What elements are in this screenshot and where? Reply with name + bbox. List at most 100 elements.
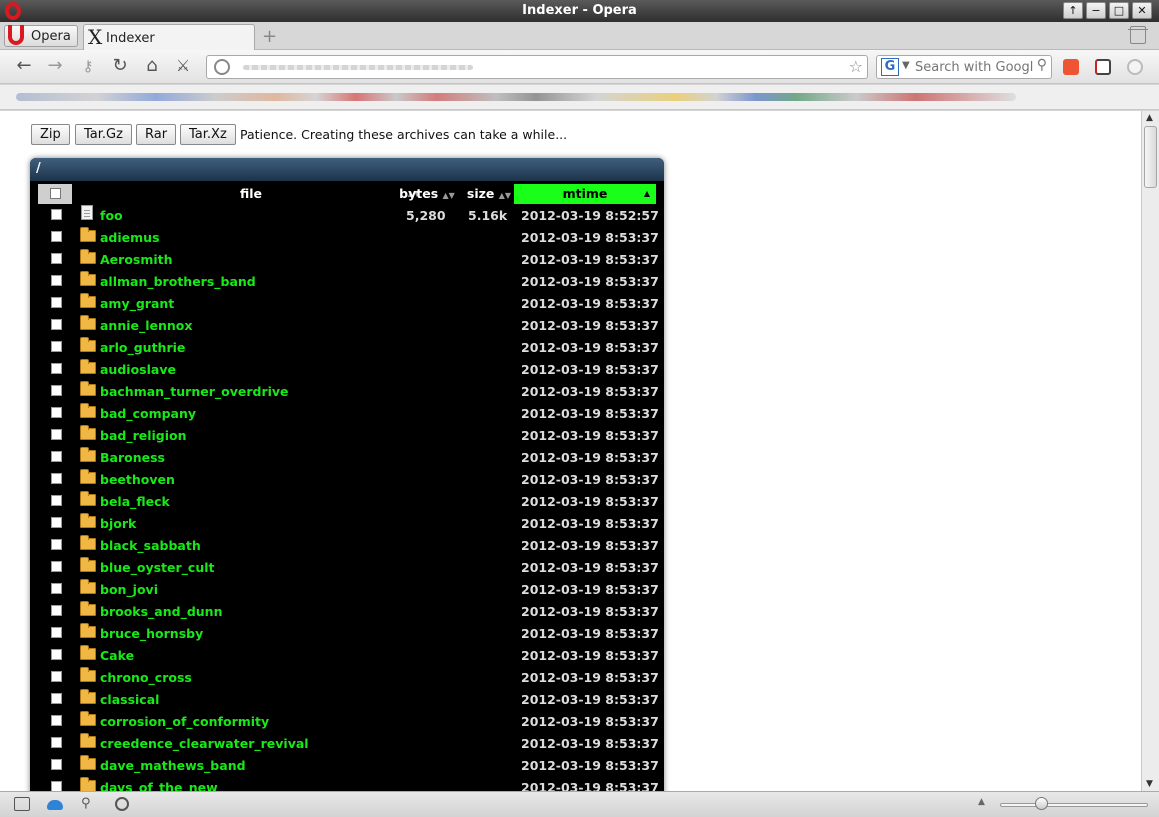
row-checkbox[interactable] (51, 605, 62, 616)
exit-extension-icon[interactable] (1095, 59, 1111, 75)
new-tab-button[interactable]: + (262, 26, 277, 47)
table-row[interactable]: arlo_guthrie 2012-03-19 8:53:37 (30, 337, 664, 360)
table-row[interactable]: allman_brothers_band 2012-03-19 8:53:37 (30, 271, 664, 294)
row-name-link[interactable]: bjork (100, 516, 136, 531)
table-row[interactable]: Baroness 2012-03-19 8:53:37 (30, 447, 664, 470)
search-icon[interactable]: ⚲ (1037, 57, 1047, 73)
address-bar[interactable]: ☆ (206, 55, 868, 79)
trash-icon[interactable] (1128, 26, 1148, 44)
row-checkbox[interactable] (51, 297, 62, 308)
window-raise-button[interactable]: ↑ (1063, 2, 1083, 19)
forward-icon[interactable]: → (44, 55, 66, 77)
zoom-slider[interactable] (1000, 803, 1148, 807)
row-checkbox[interactable] (51, 363, 62, 374)
opera-menu-button[interactable]: Opera (4, 25, 78, 47)
home-icon[interactable]: ⌂ (141, 55, 163, 77)
zoom-extension-icon[interactable] (1127, 59, 1143, 75)
search-box[interactable]: G ▼ ⚲ (876, 55, 1052, 79)
row-name-link[interactable]: allman_brothers_band (100, 274, 256, 289)
window-close-button[interactable]: ✕ (1132, 2, 1152, 19)
row-name-link[interactable]: Cake (100, 648, 134, 663)
table-row[interactable]: dave_mathews_band 2012-03-19 8:53:37 (30, 755, 664, 778)
chevron-down-icon[interactable]: ▼ (902, 60, 910, 71)
row-name-link[interactable]: annie_lennox (100, 318, 192, 333)
table-row[interactable]: bachman_turner_overdrive 2012-03-19 8:53:… (30, 381, 664, 404)
table-row[interactable]: audioslave 2012-03-19 8:53:37 (30, 359, 664, 382)
row-name-link[interactable]: blue_oyster_cult (100, 560, 214, 575)
search-input[interactable] (915, 58, 1033, 76)
row-checkbox[interactable] (51, 275, 62, 286)
table-row[interactable]: days_of_the_new 2012-03-19 8:53:37 (30, 777, 664, 791)
table-row[interactable]: black_sabbath 2012-03-19 8:53:37 (30, 535, 664, 558)
row-checkbox[interactable] (51, 737, 62, 748)
panel-toggle-icon[interactable] (14, 797, 30, 811)
scroll-up-icon[interactable]: ▲ (1146, 113, 1153, 123)
table-row[interactable]: Cake 2012-03-19 8:53:37 (30, 645, 664, 668)
row-name-link[interactable]: days_of_the_new (100, 780, 218, 791)
table-row[interactable]: bon_jovi 2012-03-19 8:53:37 (30, 579, 664, 602)
row-checkbox[interactable] (51, 693, 62, 704)
row-checkbox[interactable] (51, 671, 62, 682)
scrollbar-thumb[interactable] (1144, 126, 1157, 188)
row-name-link[interactable]: arlo_guthrie (100, 340, 185, 355)
row-checkbox[interactable] (51, 429, 62, 440)
row-checkbox[interactable] (51, 715, 62, 726)
row-checkbox[interactable] (51, 473, 62, 484)
row-name-link[interactable]: brooks_and_dunn (100, 604, 222, 619)
table-row[interactable]: beethoven 2012-03-19 8:53:37 (30, 469, 664, 492)
row-name-link[interactable]: bon_jovi (100, 582, 158, 597)
row-checkbox[interactable] (51, 759, 62, 770)
row-checkbox[interactable] (51, 495, 62, 506)
row-checkbox[interactable] (51, 781, 62, 791)
row-checkbox[interactable] (51, 649, 62, 660)
table-row[interactable]: corrosion_of_conformity 2012-03-19 8:53:3… (30, 711, 664, 734)
row-checkbox[interactable] (51, 407, 62, 418)
table-row[interactable]: amy_grant 2012-03-19 8:53:37 (30, 293, 664, 316)
row-name-link[interactable]: bachman_turner_overdrive (100, 384, 289, 399)
row-checkbox[interactable] (51, 385, 62, 396)
reload-icon[interactable]: ↻ (109, 55, 131, 77)
table-row[interactable]: chrono_cross 2012-03-19 8:53:37 (30, 667, 664, 690)
row-checkbox[interactable] (51, 583, 62, 594)
row-name-link[interactable]: adiemus (100, 230, 160, 245)
row-checkbox[interactable] (51, 561, 62, 572)
table-row[interactable]: foo 5,280 5.16k 2012-03-19 8:52:57 (30, 205, 664, 228)
scroll-down-icon[interactable]: ▼ (1146, 779, 1153, 789)
row-checkbox[interactable] (51, 341, 62, 352)
row-name-link[interactable]: Aerosmith (100, 252, 173, 267)
table-row[interactable]: bad_religion 2012-03-19 8:53:37 (30, 425, 664, 448)
row-name-link[interactable]: creedence_clearwater_revival (100, 736, 309, 751)
table-row[interactable]: bruce_hornsby 2012-03-19 8:53:37 (30, 623, 664, 646)
table-row[interactable]: bela_fleck 2012-03-19 8:53:37 (30, 491, 664, 514)
targz-button[interactable]: Tar.Gz (75, 124, 132, 145)
row-name-link[interactable]: black_sabbath (100, 538, 201, 553)
row-checkbox[interactable] (51, 319, 62, 330)
row-checkbox[interactable] (51, 231, 62, 242)
row-name-link[interactable]: Baroness (100, 450, 165, 465)
row-checkbox[interactable] (51, 209, 62, 220)
row-name-link[interactable]: classical (100, 692, 159, 707)
row-name-link[interactable]: chrono_cross (100, 670, 192, 685)
key-icon[interactable]: ⚷ (77, 55, 99, 77)
zoom-slider-thumb[interactable] (1035, 797, 1048, 810)
table-row[interactable]: annie_lennox 2012-03-19 8:53:37 (30, 315, 664, 338)
row-name-link[interactable]: bad_company (100, 406, 196, 421)
window-minimize-button[interactable]: − (1086, 2, 1106, 19)
rar-button[interactable]: Rar (136, 124, 177, 145)
row-name-link[interactable]: audioslave (100, 362, 176, 377)
zoom-out-icon[interactable]: ▲ (978, 797, 994, 811)
vertical-scrollbar[interactable]: ▲ ▼ (1141, 111, 1159, 791)
table-row[interactable]: blue_oyster_cult 2012-03-19 8:53:37 (30, 557, 664, 580)
row-name-link[interactable]: beethoven (100, 472, 175, 487)
row-name-link[interactable]: foo (100, 208, 123, 223)
table-row[interactable]: adiemus 2012-03-19 8:53:37 (30, 227, 664, 250)
table-row[interactable]: brooks_and_dunn 2012-03-19 8:53:37 (30, 601, 664, 624)
table-row[interactable]: creedence_clearwater_revival 2012-03-19 8… (30, 733, 664, 756)
window-maximize-button[interactable]: □ (1109, 2, 1129, 19)
bookmark-star-icon[interactable]: ☆ (849, 57, 863, 76)
table-row[interactable]: bjork 2012-03-19 8:53:37 (30, 513, 664, 536)
row-checkbox[interactable] (51, 253, 62, 264)
tab-indexer[interactable]: X Indexer (83, 24, 255, 51)
wand-icon[interactable]: ⚔ (172, 55, 194, 77)
row-name-link[interactable]: bruce_hornsby (100, 626, 203, 641)
